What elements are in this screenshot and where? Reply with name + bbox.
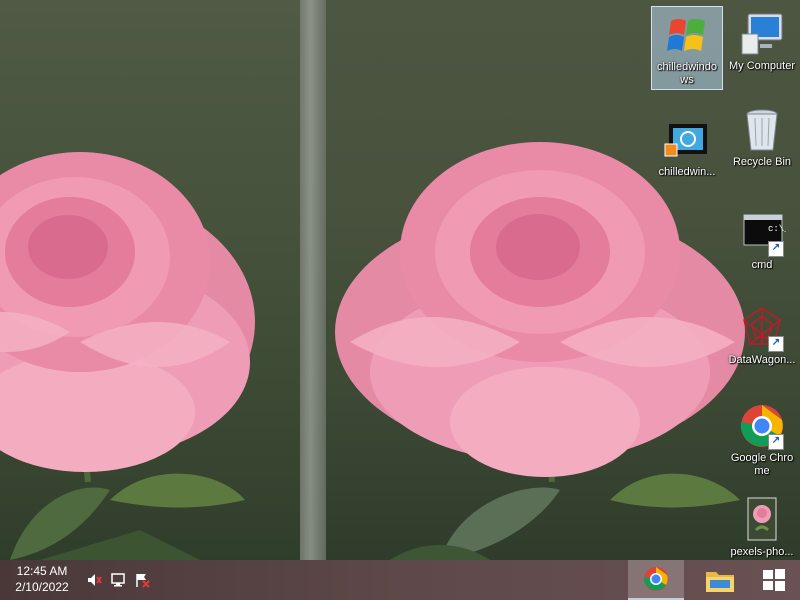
desktop-icon-label: Google Chrome [730,452,794,477]
recycle-bin-icon [738,106,786,154]
desktop-icon-chilledwindows[interactable]: chilledwindo ws [651,6,723,90]
shortcut-arrow-icon: ↗ [768,241,784,257]
desktop-icon-label: chilledwin... [658,166,716,178]
desktop-icon-label: DataWagon... [728,354,796,366]
flag-alert-icon[interactable] [134,572,150,588]
desktop-icon-label: My Computer [728,60,796,72]
taskbar: 12:45 AM 2/10/2022 [0,560,800,600]
desktop-icon-chilledwin-video[interactable]: chilledwin... [651,112,723,196]
chrome-icon: ↗ [738,402,786,450]
volume-muted-icon[interactable] [86,572,102,588]
windows-logo-icon [663,11,711,59]
network-icon[interactable] [110,572,126,588]
chrome-icon [643,567,668,591]
video-file-icon [663,116,711,164]
start-button[interactable] [748,560,800,600]
desktop-icon-datawagon[interactable]: ↗ DataWagon... [726,300,798,384]
desktop-icon-label: Recycle Bin [732,156,792,168]
computer-icon [738,10,786,58]
desktop-icon-my-computer[interactable]: My Computer [726,6,798,90]
datawagon-icon: ↗ [738,304,786,352]
shortcut-arrow-icon: ↗ [768,336,784,352]
windows-start-icon [763,569,785,591]
desktop-icon-label: cmd [751,259,773,271]
desktop-icon-label: pexels-pho... [730,546,794,558]
shortcut-arrow-icon: ↗ [768,434,784,450]
taskbar-button-chrome[interactable] [628,560,684,600]
taskbar-clock[interactable]: 12:45 AM 2/10/2022 [10,563,74,595]
svg-text:c:\_: c:\_ [768,224,786,234]
image-file-icon [738,496,786,544]
desktop-icon-label: chilledwindo ws [657,61,717,86]
desktop-icon-cmd[interactable]: c:\_ ↗ cmd [726,205,798,289]
folder-icon [706,572,734,592]
wallpaper-divider [300,0,326,560]
clock-date: 2/10/2022 [15,580,69,594]
cmd-icon: c:\_ ↗ [738,209,790,257]
taskbar-button-file-explorer[interactable] [692,560,748,600]
desktop-icon-recycle-bin[interactable]: Recycle Bin [726,102,798,186]
clock-time: 12:45 AM [16,564,68,578]
desktop-icon-google-chrome[interactable]: ↗ Google Chrome [726,398,798,482]
rose-image-left [0,152,255,482]
